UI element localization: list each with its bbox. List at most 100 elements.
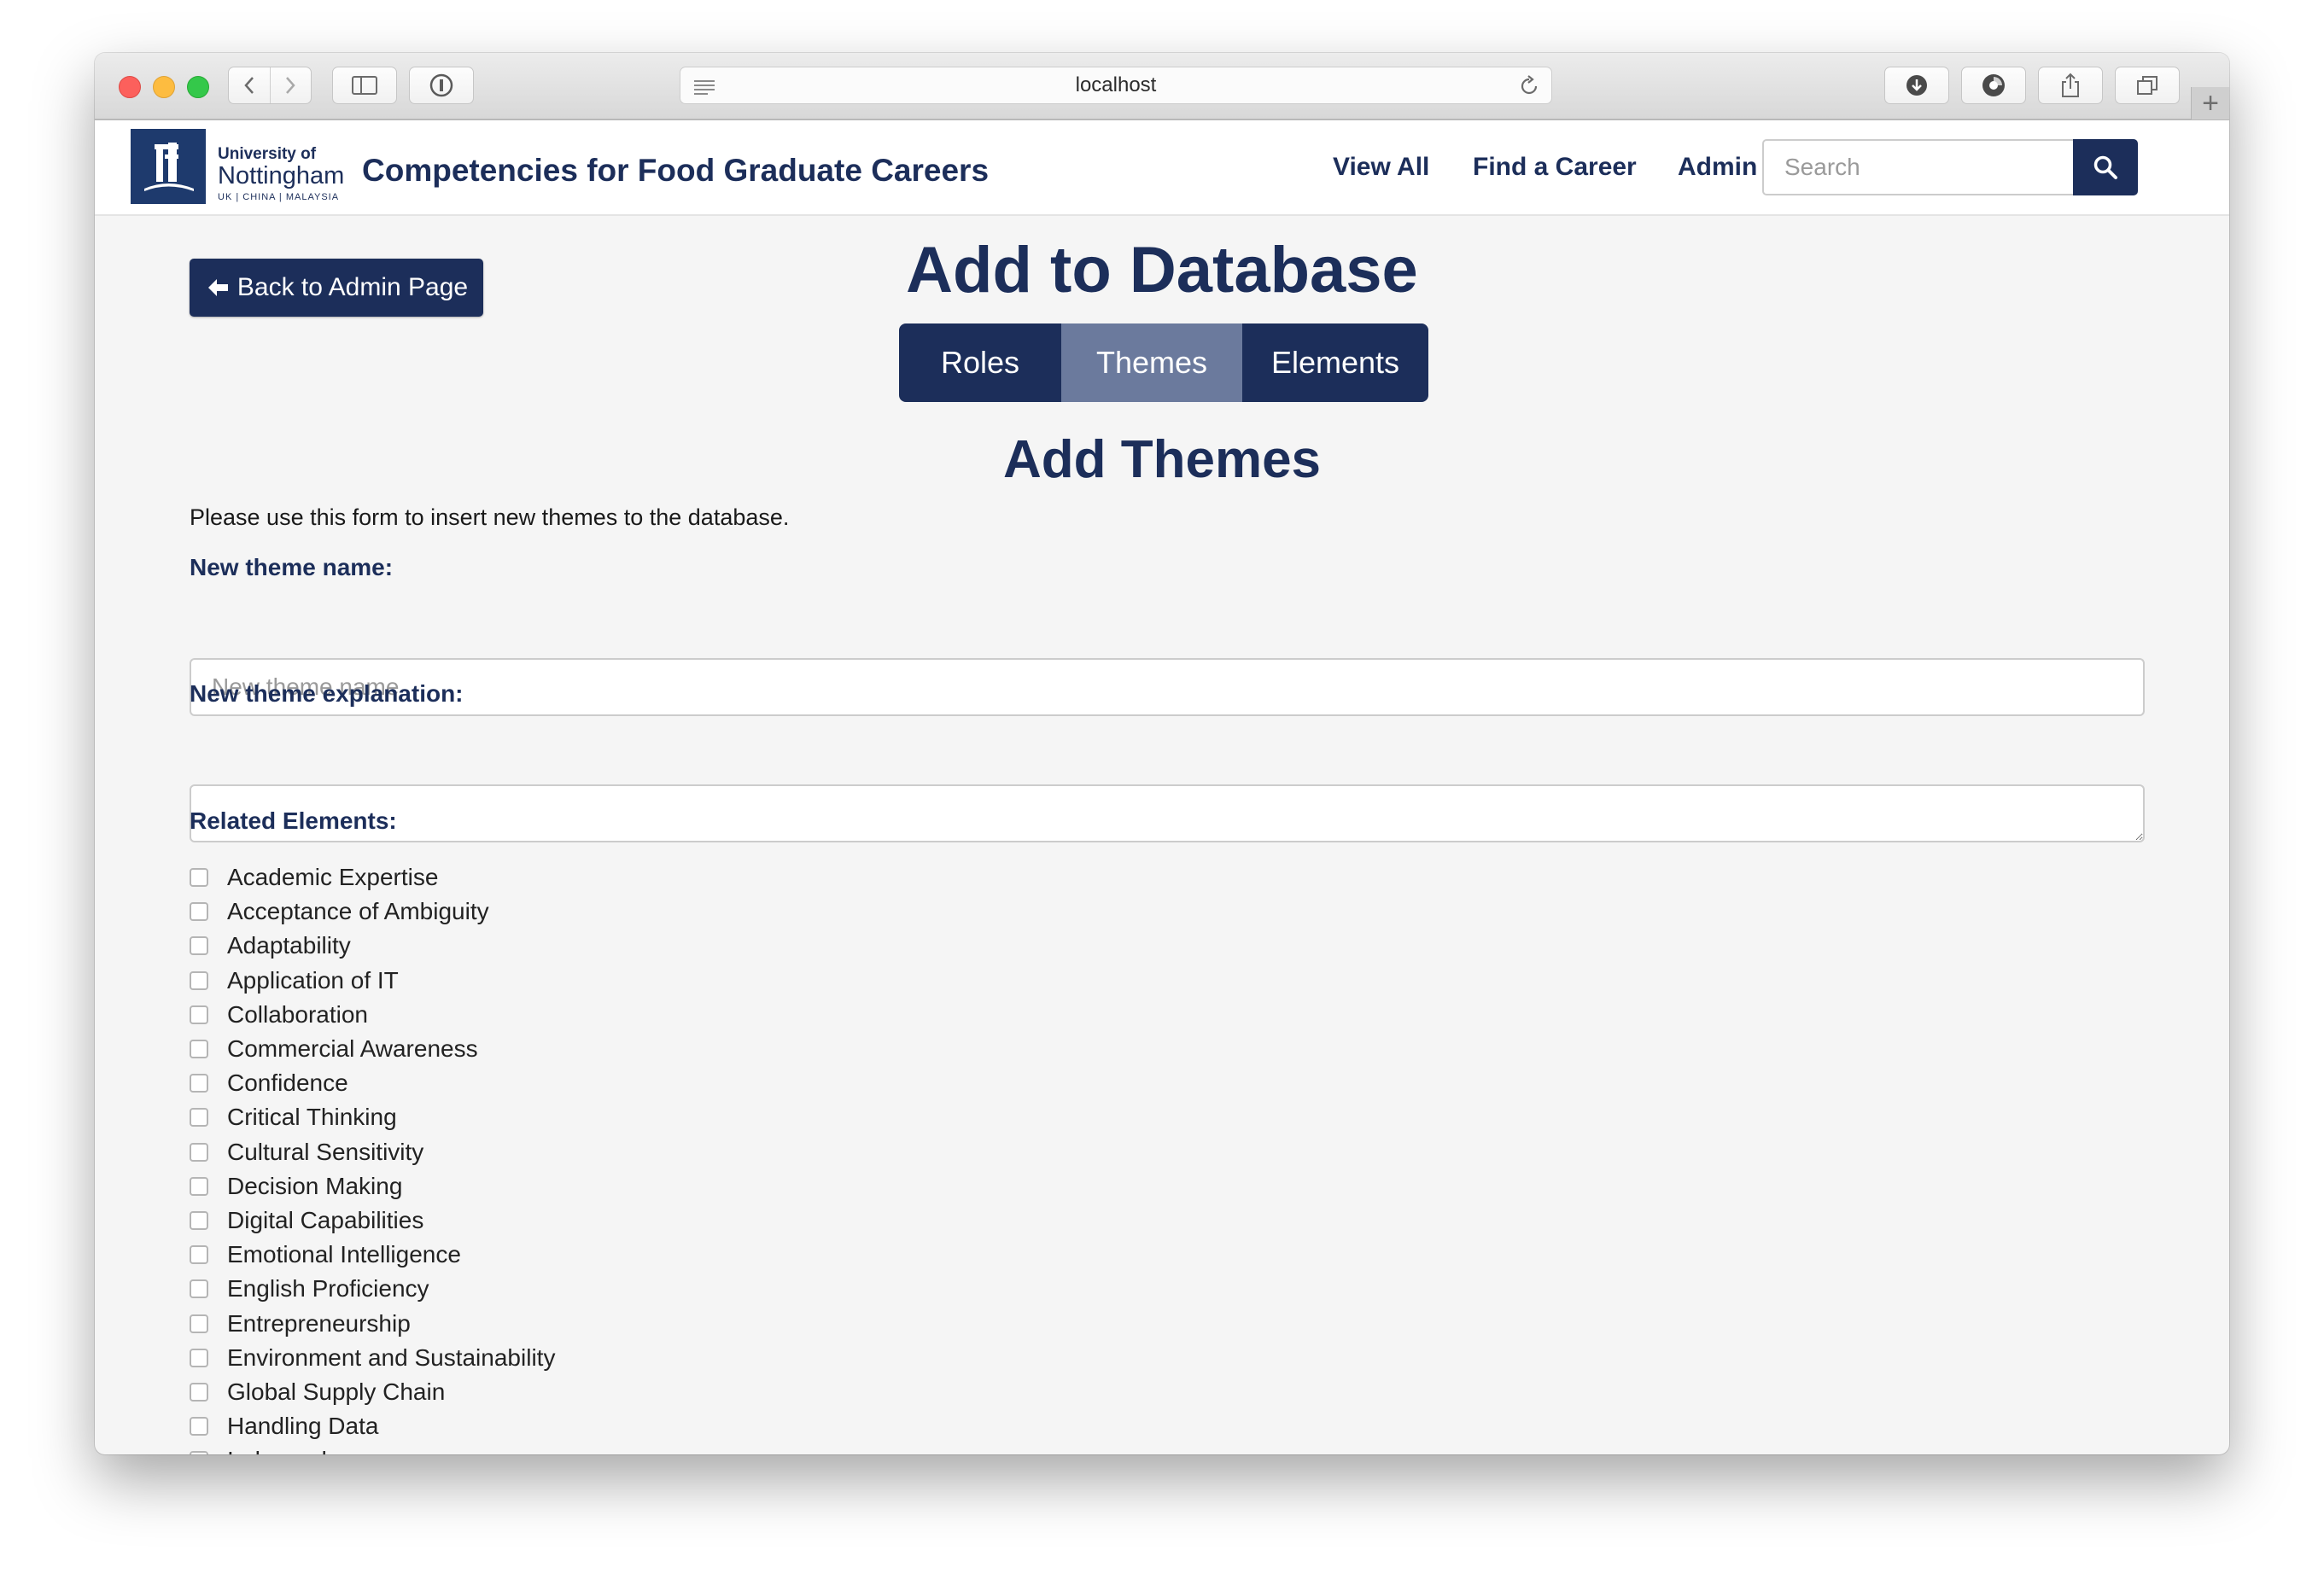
related-elements-label: Related Elements: — [190, 807, 397, 834]
element-checkbox-label: English Proficiency — [227, 1275, 429, 1303]
element-checkbox[interactable] — [190, 1417, 208, 1437]
theme-name-input[interactable] — [190, 658, 2145, 716]
sidebar-toggle-button[interactable] — [332, 67, 397, 104]
info-circle-icon — [429, 73, 453, 97]
element-checkbox[interactable] — [190, 1451, 208, 1454]
element-checkbox-row[interactable]: Cultural Sensitivity — [190, 1135, 958, 1169]
element-checkbox[interactable] — [190, 902, 208, 922]
theme-name-label: New theme name: — [190, 554, 394, 580]
university-logo-text[interactable]: University of Nottingham UK | CHINA | MA… — [218, 146, 344, 203]
element-checkbox[interactable] — [190, 1074, 208, 1093]
close-window-button[interactable] — [119, 76, 141, 98]
tab-overview-button[interactable] — [2115, 67, 2180, 104]
back-nav-button[interactable] — [229, 67, 271, 103]
element-checkbox-row[interactable]: Application of IT — [190, 964, 958, 998]
element-checkbox[interactable] — [190, 1279, 208, 1299]
downloads-button[interactable] — [1884, 67, 1949, 104]
tab-themes[interactable]: Themes — [1061, 323, 1242, 402]
search-input[interactable] — [1762, 139, 2073, 195]
theme-explanation-textarea[interactable] — [190, 784, 2145, 842]
element-checkbox[interactable] — [190, 1040, 208, 1059]
tab-elements[interactable]: Elements — [1242, 323, 1428, 402]
element-checkbox-row[interactable]: Commercial Awareness — [190, 1032, 958, 1066]
element-checkbox[interactable] — [190, 1176, 208, 1196]
element-checkbox-label: Application of IT — [227, 966, 399, 994]
element-checkbox[interactable] — [190, 1382, 208, 1402]
tabs-icon — [2137, 76, 2158, 95]
element-checkbox-label: Commercial Awareness — [227, 1035, 478, 1063]
tab-roles[interactable]: Roles — [899, 323, 1061, 402]
element-checkbox[interactable] — [190, 868, 208, 888]
element-checkbox-label: Collaboration — [227, 1000, 368, 1028]
nav-admin[interactable]: Admin — [1678, 153, 1757, 182]
address-bar[interactable]: localhost — [680, 67, 1552, 104]
element-checkbox[interactable] — [190, 1245, 208, 1265]
zoom-window-button[interactable] — [187, 76, 209, 98]
theme-explanation-label: New theme explanation: — [190, 680, 464, 707]
element-checkbox-row[interactable]: Emotional Intelligence — [190, 1238, 958, 1272]
sidebar-icon — [352, 76, 377, 95]
extension-button[interactable] — [1961, 67, 2026, 104]
element-checkbox-row[interactable]: Adaptability — [190, 929, 958, 963]
extension-icon — [1982, 74, 2005, 96]
element-checkbox-label: Critical Thinking — [227, 1104, 397, 1131]
browser-toolbar: localhost + — [95, 53, 2229, 120]
chevron-left-icon — [244, 77, 254, 94]
history-nav-group — [228, 67, 312, 104]
element-checkbox-label: Entrepreneurship — [227, 1309, 411, 1337]
share-button[interactable] — [2038, 67, 2103, 104]
nav-view-all[interactable]: View All — [1333, 153, 1429, 182]
element-checkbox-row[interactable]: Acceptance of Ambiguity — [190, 895, 958, 929]
element-checkbox-row[interactable]: Digital Capabilities — [190, 1203, 958, 1238]
element-checkbox-row[interactable]: English Proficiency — [190, 1272, 958, 1306]
element-checkbox-row[interactable]: Academic Expertise — [190, 860, 958, 895]
element-checkbox[interactable] — [190, 1348, 208, 1367]
logo-line-3: UK | CHINA | MALAYSIA — [218, 192, 340, 202]
database-type-tabs: Roles Themes Elements — [899, 323, 1428, 402]
site-title[interactable]: Competencies for Food Graduate Careers — [362, 153, 989, 189]
element-checkbox-row[interactable]: Entrepreneurship — [190, 1306, 958, 1340]
back-button-label: Back to Admin Page — [236, 273, 469, 301]
element-checkbox-label: Confidence — [227, 1069, 348, 1097]
element-checkbox[interactable] — [190, 1005, 208, 1024]
element-checkbox-label: Independence — [227, 1447, 379, 1454]
element-checkbox[interactable] — [190, 1210, 208, 1230]
element-checkbox-row[interactable]: Confidence — [190, 1066, 958, 1100]
element-checkbox-label: Acceptance of Ambiguity — [227, 898, 489, 925]
logo-line-1: University of — [218, 145, 317, 163]
share-icon — [2062, 73, 2079, 97]
logo-line-2: Nottingham — [218, 162, 345, 189]
section-title: Add Themes — [1002, 430, 1322, 489]
minimize-window-button[interactable] — [153, 76, 175, 98]
reload-icon[interactable] — [1517, 74, 1541, 104]
element-checkbox[interactable] — [190, 1108, 208, 1128]
element-checkbox-row[interactable]: Handling Data — [190, 1409, 958, 1443]
element-checkbox-row[interactable]: Decision Making — [190, 1169, 958, 1203]
search-icon — [2093, 155, 2117, 179]
university-crest-logo[interactable] — [131, 129, 206, 204]
privacy-report-button[interactable] — [409, 67, 474, 104]
new-tab-button[interactable]: + — [2191, 87, 2229, 119]
arrow-left-icon — [207, 279, 228, 296]
back-to-admin-button[interactable]: Back to Admin Page — [190, 259, 483, 317]
browser-window: localhost + University of Nottingham UK … — [95, 53, 2229, 1454]
element-checkbox-row[interactable]: Global Supply Chain — [190, 1375, 958, 1409]
element-checkbox-label: Emotional Intelligence — [227, 1241, 461, 1268]
element-checkbox-row[interactable]: Collaboration — [190, 998, 958, 1032]
element-checkbox-row[interactable]: Environment and Sustainability — [190, 1341, 958, 1375]
search-button[interactable] — [2073, 139, 2138, 195]
forward-nav-button[interactable] — [271, 67, 312, 103]
form-intro-text: Please use this form to insert new theme… — [190, 504, 790, 530]
element-checkbox[interactable] — [190, 936, 208, 956]
element-checkbox-label: Decision Making — [227, 1172, 403, 1199]
element-checkbox-row[interactable]: Critical Thinking — [190, 1100, 958, 1134]
element-checkbox[interactable] — [190, 1314, 208, 1333]
element-checkbox[interactable] — [190, 970, 208, 990]
reader-view-icon[interactable] — [692, 78, 716, 102]
nav-find-a-career[interactable]: Find a Career — [1473, 153, 1637, 182]
element-checkbox-label: Cultural Sensitivity — [227, 1138, 424, 1165]
element-checkbox[interactable] — [190, 1142, 208, 1162]
chevron-right-icon — [286, 77, 295, 94]
related-elements-list: Academic Expertise Acceptance of Ambiguit… — [190, 860, 958, 1454]
element-checkbox-row[interactable]: Independence — [190, 1443, 958, 1454]
